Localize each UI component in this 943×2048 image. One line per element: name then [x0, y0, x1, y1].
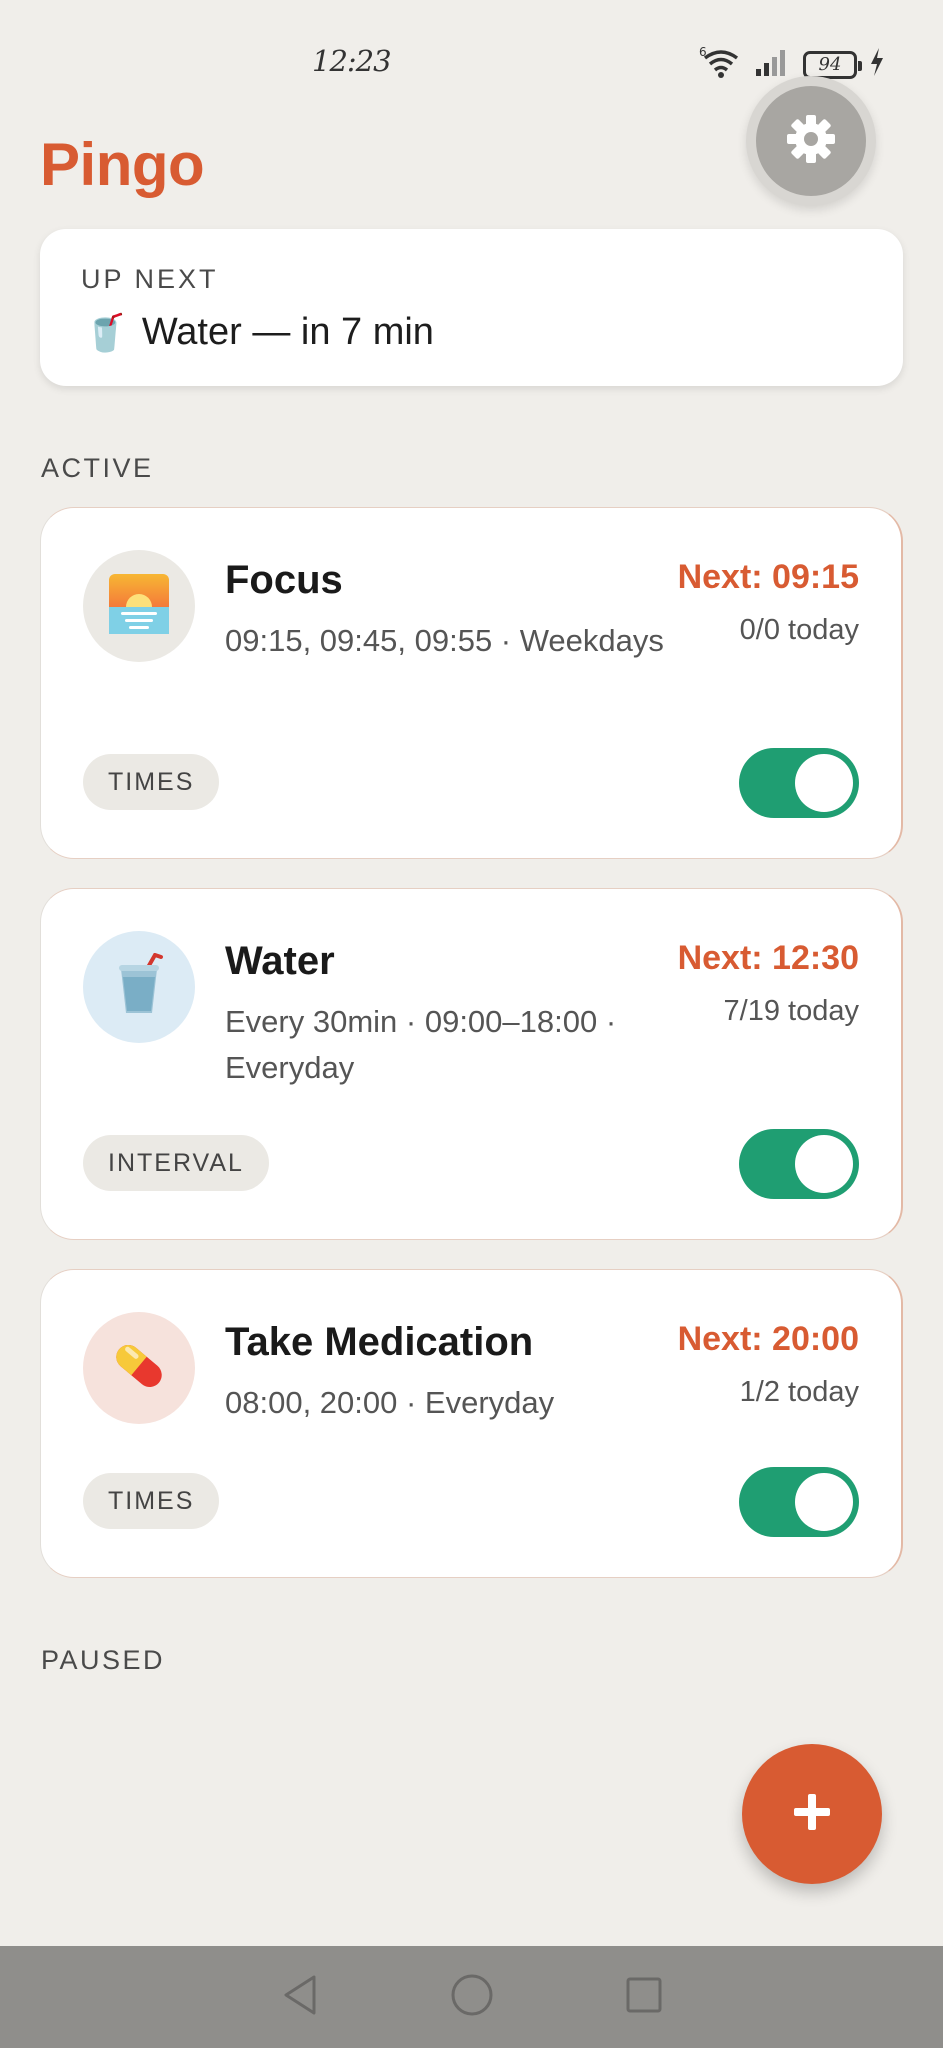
up-next-text: Water — in 7 min [141, 311, 434, 353]
reminder-type-badge: INTERVAL [83, 1135, 269, 1191]
up-next-card[interactable]: UP NEXT 🥤 Water — in 7 min [40, 229, 903, 386]
up-next-label: UP NEXT [81, 264, 219, 294]
reminder-title: Focus [225, 558, 343, 602]
wifi-icon: 6 [699, 44, 743, 85]
battery-icon: 94 [803, 50, 862, 79]
reminder-count: 1/2 today [739, 1376, 859, 1408]
charging-icon [869, 47, 885, 82]
reminder-toggle[interactable] [739, 748, 859, 818]
home-icon[interactable] [450, 1973, 494, 2022]
plus-icon [792, 1792, 832, 1837]
back-icon[interactable] [280, 1973, 320, 2022]
status-time: 12:23 [312, 44, 392, 78]
add-reminder-button[interactable] [742, 1744, 882, 1884]
battery-level: 94 [818, 54, 842, 75]
toggle-knob [795, 1473, 853, 1531]
reminder-schedule: 08:00, 20:00 · Everyday [225, 1385, 555, 1420]
reminder-icon-wrap [83, 1312, 195, 1424]
settings-button[interactable] [746, 76, 876, 206]
reminder-next: Next: 12:30 [677, 939, 859, 977]
signal-icon [755, 47, 791, 82]
reminder-title: Water [225, 939, 335, 983]
reminder-count: 7/19 today [723, 995, 859, 1027]
toggle-knob [795, 1135, 853, 1193]
reminder-title: Take Medication [225, 1320, 534, 1364]
gear-icon [783, 111, 839, 172]
reminder-next: Next: 20:00 [677, 1320, 859, 1358]
reminder-toggle[interactable] [739, 1467, 859, 1537]
system-nav-bar [0, 1946, 943, 2048]
cup-icon: 🥤 [83, 311, 128, 353]
reminder-icon-wrap [83, 550, 195, 662]
reminder-card-medication[interactable]: Take Medication 08:00, 20:00 · Everyday … [40, 1269, 903, 1578]
reminder-toggle[interactable] [739, 1129, 859, 1199]
reminder-count: 0/0 today [739, 614, 859, 646]
section-label-active: ACTIVE [41, 453, 154, 483]
toggle-knob [795, 754, 853, 812]
sunrise-icon [107, 572, 171, 641]
reminder-schedule: 09:15, 09:45, 09:55 · Weekdays [225, 623, 664, 658]
up-next-text-row: 🥤 Water — in 7 min [83, 311, 434, 354]
reminder-next: Next: 09:15 [677, 558, 859, 596]
reminder-card-focus[interactable]: Focus 09:15, 09:45, 09:55 · Weekdays Nex… [40, 507, 903, 859]
app-title: Pingo [40, 131, 205, 198]
reminder-type-badge: TIMES [83, 1473, 220, 1529]
section-label-paused: PAUSED [41, 1645, 166, 1675]
reminder-type-badge: TIMES [83, 754, 220, 810]
reminder-schedule: Every 30min · 09:00–18:00 · Everyday [225, 1004, 617, 1085]
reminder-card-water[interactable]: Water Every 30min · 09:00–18:00 · Everyd… [40, 888, 903, 1240]
pill-icon [105, 1332, 173, 1405]
reminder-icon-wrap [83, 931, 195, 1043]
recents-icon[interactable] [624, 1975, 664, 2020]
cup-icon [111, 952, 167, 1022]
